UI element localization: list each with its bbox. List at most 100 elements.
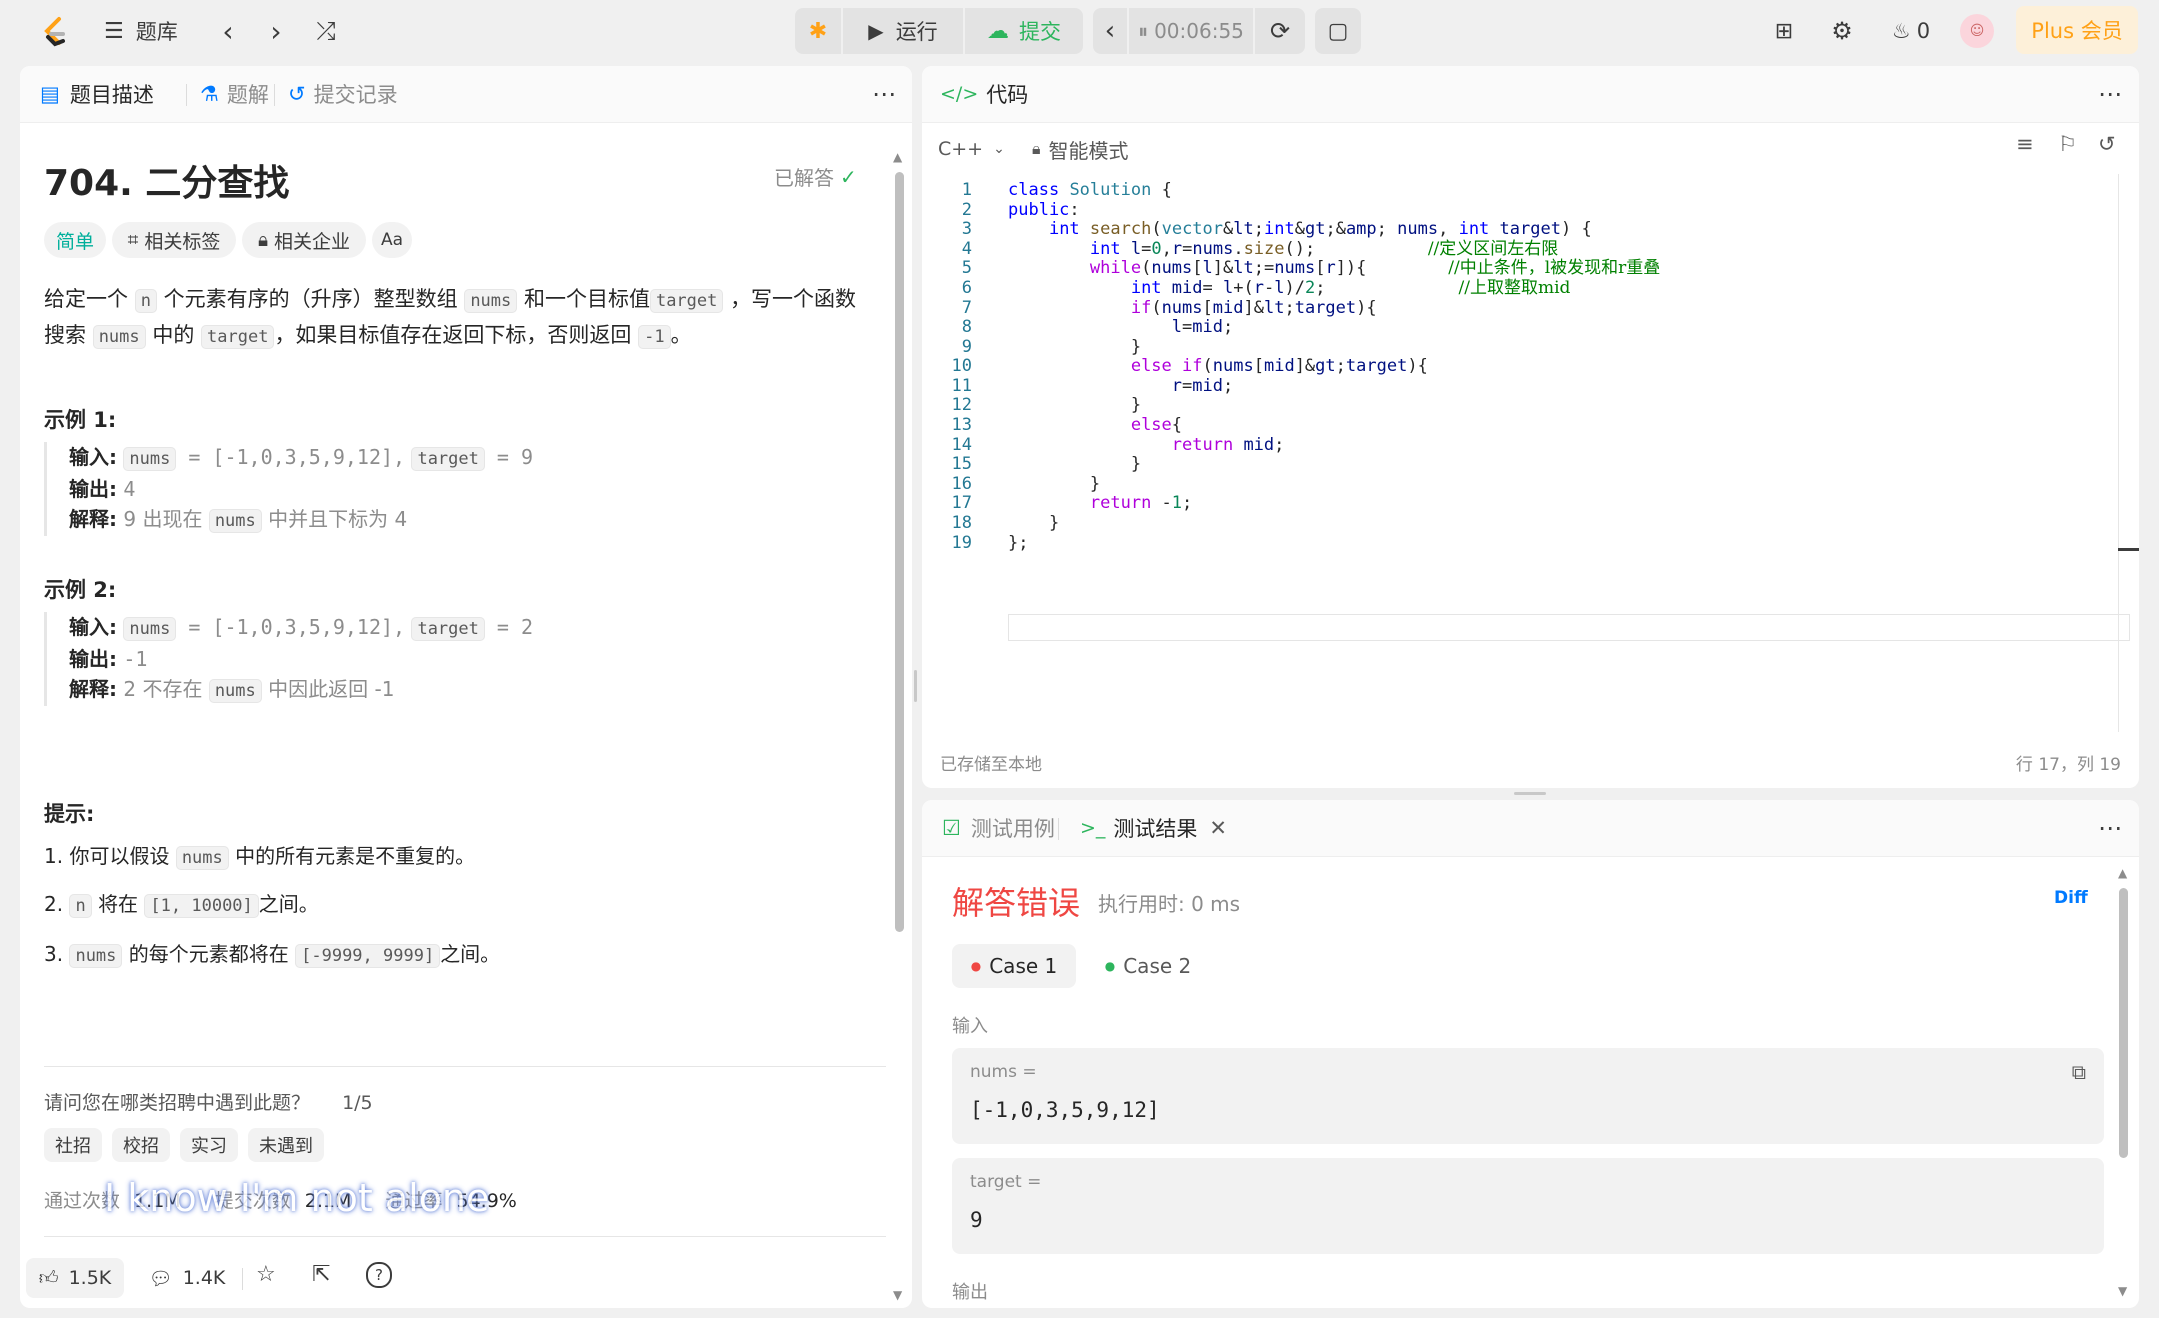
overlay-caption: I know I'm not alone <box>104 1176 490 1220</box>
timer[interactable]: ⏸ 00:06:55 <box>1129 8 1253 54</box>
tab-submissions[interactable]: ↺ 提交记录 <box>288 66 398 122</box>
lock-icon: 🔒︎ <box>257 229 269 251</box>
scroll-thumb[interactable] <box>895 172 904 932</box>
help-icon[interactable]: ? <box>366 1262 392 1288</box>
related-tags-button[interactable]: ⌗ 相关标签 <box>112 222 236 258</box>
chevron-down-icon: ⌄ <box>993 141 1005 157</box>
more-options-icon[interactable]: ⋯ <box>2098 66 2122 122</box>
tab-test-result[interactable]: >_ 测试结果 ✕ <box>1080 800 1227 856</box>
scroll-up-arrow[interactable]: ▲ <box>2118 866 2127 880</box>
leetcode-logo[interactable] <box>34 12 74 52</box>
reset-code-icon[interactable]: ↺ <box>2098 132 2116 156</box>
comment-icon: 💬︎ <box>148 1267 173 1290</box>
prev-problem-button[interactable]: ‹ <box>210 12 246 50</box>
tab-testcases[interactable]: ☑ 测试用例 <box>942 800 1055 856</box>
plus-membership-button[interactable]: Plus 会员 <box>2016 6 2138 54</box>
code-text: } <box>1008 395 1142 416</box>
code-text: else{ <box>1130 415 1183 435</box>
code-text: r=mid; <box>1171 375 1234 396</box>
description-scrollbar[interactable]: ▲ ▼ <box>893 150 904 1308</box>
example-2: 输入: nums = [-1,0,3,5,9,12], target = 2 输… <box>44 612 899 706</box>
hints-list: 1. 你可以假设 nums 中的所有元素是不重复的。 2. n 将在 [1, 1… <box>44 844 501 968</box>
survey-option-never[interactable]: 未遇到 <box>248 1128 324 1162</box>
code-panel: </> 代码 ⋯ C++ ⌄ 🔒︎ 智能模式 ≡ ⚐ ↺ 1 class Solu… <box>922 66 2139 788</box>
star-icon[interactable]: ☆ <box>256 1262 276 1287</box>
tab-description[interactable]: ▤ 题目描述 <box>40 66 154 122</box>
debug-button[interactable]: ✱ <box>795 8 841 54</box>
like-button[interactable]: 👍︎ 1.5K <box>26 1258 124 1298</box>
example-2-title: 示例 2: <box>44 578 117 602</box>
line-number: 14 <box>951 434 972 455</box>
thumbs-up-icon: 👍︎ <box>38 1266 59 1289</box>
line-number: 7 <box>961 297 972 318</box>
line-number: 8 <box>961 317 972 338</box>
share-icon[interactable]: ⇱ <box>312 1262 330 1287</box>
line-number: 13 <box>951 415 972 435</box>
tab-code[interactable]: </> 代码 <box>940 66 1028 122</box>
code-text: int search(vector&lt;int&gt;&amp; nums, … <box>1048 219 1592 240</box>
vertical-splitter[interactable] <box>914 670 917 702</box>
next-problem-button[interactable]: › <box>258 12 294 50</box>
divider <box>44 1066 886 1067</box>
current-line-highlight <box>1008 614 2130 641</box>
code-text: } <box>1008 512 1060 533</box>
comments-button[interactable]: 💬︎ 1.4K <box>138 1258 236 1298</box>
reset-timer-button[interactable]: ⟳ <box>1255 8 1305 54</box>
related-companies-button[interactable]: 🔒︎ 相关企业 <box>242 222 366 258</box>
scroll-thumb[interactable] <box>2119 888 2128 1158</box>
case-2-tab[interactable]: ● Case 2 <box>1086 944 1210 988</box>
code-text: class Solution { <box>1008 180 1172 200</box>
survey-option-intern[interactable]: 实习 <box>180 1128 238 1162</box>
checkbox-icon: ☑ <box>942 816 961 840</box>
more-options-icon[interactable]: ⋯ <box>872 66 896 122</box>
code-text: }; <box>1008 532 1029 553</box>
bookmark-icon[interactable]: ⚐ <box>2058 132 2077 156</box>
code-text: l=mid; <box>1171 317 1234 338</box>
smart-mode-toggle[interactable]: 🔒︎ 智能模式 <box>1032 130 1129 168</box>
line-number: 2 <box>961 199 972 220</box>
copy-icon[interactable]: ⧉ <box>2072 1060 2086 1084</box>
survey-option-social[interactable]: 社招 <box>44 1128 102 1162</box>
translate-icon[interactable]: Aa <box>372 222 412 258</box>
format-icon[interactable]: ≡ <box>2016 132 2034 156</box>
line-number: 9 <box>961 336 972 357</box>
streak-button[interactable]: ♨ 0 <box>1884 12 1938 50</box>
tag-icon: ⌗ <box>127 229 139 251</box>
survey-option-campus[interactable]: 校招 <box>112 1128 170 1162</box>
layout-icon[interactable]: ⊞ <box>1764 12 1804 50</box>
settings-icon[interactable]: ⚙ <box>1822 12 1862 50</box>
scroll-down-arrow[interactable]: ▼ <box>2118 1284 2127 1298</box>
note-button[interactable]: ▢ <box>1315 8 1361 54</box>
collapse-timer-button[interactable]: ‹ <box>1093 8 1127 54</box>
tab-solutions[interactable]: ⚗ 题解 <box>200 66 269 122</box>
avatar[interactable]: ☺ <box>1960 14 1994 48</box>
scroll-up-arrow[interactable]: ▲ <box>893 150 902 164</box>
line-number: 5 <box>961 258 972 279</box>
language-select[interactable]: C++ ⌄ <box>938 130 1005 168</box>
run-button[interactable]: ▶ 运行 <box>843 8 963 54</box>
description-panel: ▤ 题目描述 ⚗ 题解 ↺ 提交记录 ⋯ 704. 二分查找 已解答 ✓ 简单 … <box>20 66 912 1308</box>
nums-box: nums = [-1,0,3,5,9,12] ⧉ <box>952 1048 2104 1144</box>
close-icon[interactable]: ✕ <box>1209 816 1227 840</box>
case-1-tab[interactable]: ● Case 1 <box>952 944 1076 988</box>
horizontal-splitter[interactable] <box>1514 792 1546 795</box>
difficulty-badge[interactable]: 简单 <box>44 222 106 258</box>
code-text: if(nums[mid]&lt;target){ <box>1130 297 1377 318</box>
play-icon: ▶ <box>868 19 884 43</box>
hints-title: 提示: <box>44 802 95 826</box>
fail-dot: ● <box>970 959 982 973</box>
check-circle-icon: ✓ <box>840 164 857 189</box>
example-1-title: 示例 1: <box>44 408 117 432</box>
more-options-icon[interactable]: ⋯ <box>2098 800 2122 856</box>
submit-button[interactable]: ☁ 提交 <box>965 8 1083 54</box>
result-scrollbar[interactable]: ▲ ▼ <box>2118 866 2130 1302</box>
code-editor[interactable]: 1 class Solution {2 public: 3 int search(ve… <box>922 174 2130 732</box>
problem-list-button[interactable]: ☰ 题库 <box>104 12 178 50</box>
diff-toggle[interactable]: Diff <box>2054 888 2088 908</box>
shuffle-icon[interactable]: ⤮ <box>306 12 346 50</box>
code-text: public: <box>1008 199 1080 220</box>
code-text: int mid= l+(r-l)/2; //上取整取mid <box>1130 277 1571 298</box>
code-header: </> 代码 ⋯ <box>922 66 2139 123</box>
lock-icon: 🔒︎ <box>1032 139 1041 158</box>
save-status: 已存储至本地 <box>940 755 1042 775</box>
